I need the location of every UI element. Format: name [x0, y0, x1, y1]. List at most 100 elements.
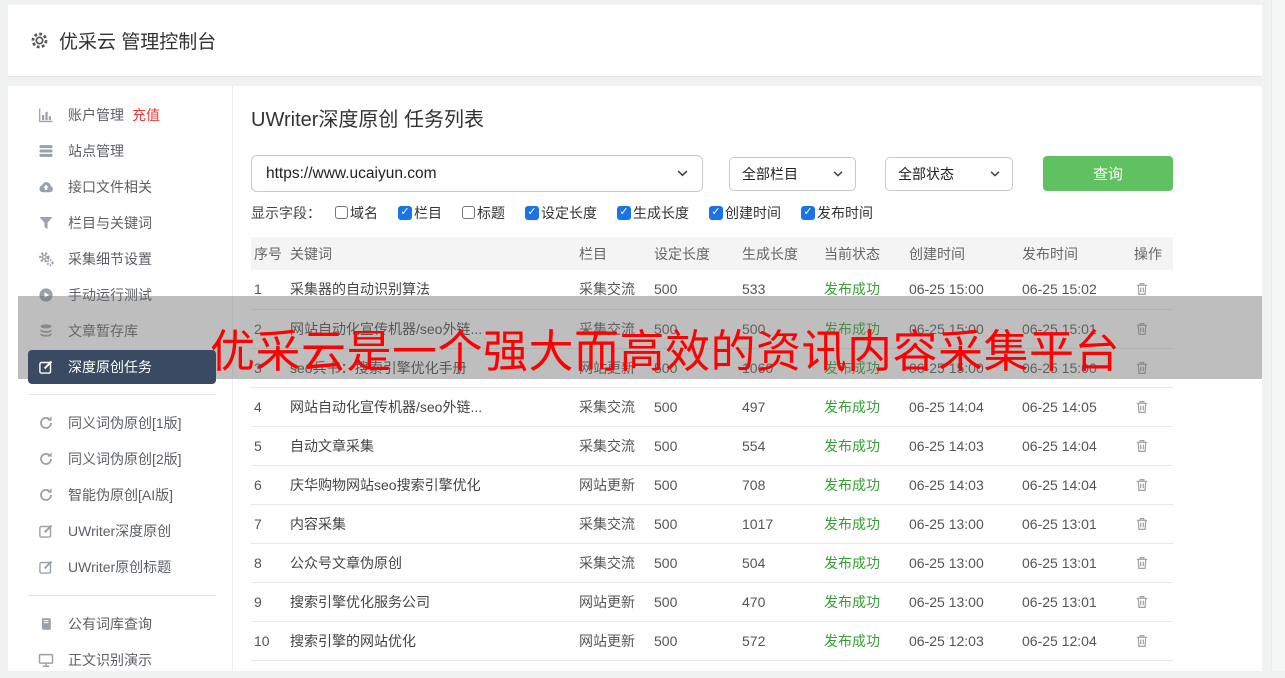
checkbox-checked-icon[interactable]: ✓	[398, 205, 412, 220]
cell-set_len: 500	[651, 309, 739, 349]
cell-keyword: 网站自动化宣传机器/seo外链...	[287, 309, 576, 349]
sidebar-item-UWriter深度原创[interactable]: UWriter深度原创	[8, 513, 232, 549]
sidebar-item-文章暂存库[interactable]: 文章暂存库	[8, 313, 232, 349]
cell-keyword: seo兵书：搜索引擎优化手册	[287, 348, 576, 388]
field-checkbox-标题[interactable]: 标题	[462, 203, 505, 223]
edit-icon	[38, 523, 55, 539]
database-icon	[38, 323, 55, 339]
field-checkbox-生成长度[interactable]: ✓ 生成长度	[617, 203, 689, 223]
cell-set_len: 500	[651, 543, 739, 583]
checkbox-unchecked-icon[interactable]	[335, 206, 348, 219]
delete-button[interactable]	[1134, 281, 1150, 297]
delete-button[interactable]	[1134, 594, 1150, 610]
delete-button[interactable]	[1134, 555, 1150, 571]
cell-created: 06-25 13:00	[906, 582, 1019, 622]
checkbox-checked-icon[interactable]: ✓	[617, 205, 631, 220]
gear-icon	[30, 31, 49, 50]
sidebar-item-采集细节设置[interactable]: 采集细节设置	[8, 241, 232, 277]
sidebar-item-同义词伪原创[2版][interactable]: 同义词伪原创[2版]	[8, 441, 232, 477]
table-header-row: 序号 关键词 栏目 设定长度 生成长度 当前状态 创建时间 发布时间 操作	[251, 237, 1173, 270]
table-row: 6 庆华购物网站seo搜索引擎优化 网站更新 500 708 发布成功 06-25 14:0…	[251, 465, 1173, 505]
column-select[interactable]: 全部栏目	[729, 156, 856, 191]
display-fields-row: 显示字段： 域名 ✓ 栏目 标题 ✓ 设定长度 ✓ 生成长度 ✓ 创建时间 ✓ 发布时间	[251, 203, 1262, 222]
field-checkbox-label: 生成长度	[633, 204, 689, 221]
cell-status: 发布成功	[821, 504, 906, 544]
column-header: 操作	[1131, 237, 1173, 270]
checkbox-checked-icon[interactable]: ✓	[525, 205, 539, 220]
sidebar-item-智能伪原创[AI版][interactable]: 智能伪原创[AI版]	[8, 477, 232, 513]
scrollbar-gutter[interactable]	[1271, 0, 1285, 671]
recharge-badge[interactable]: 充值	[132, 105, 160, 125]
table-row: 2 网站自动化宣传机器/seo外链... 采集交流 500 500 发布成功 06-25 1…	[251, 309, 1173, 349]
cell-created: 06-25 14:04	[906, 387, 1019, 427]
cell-gen_len: 1017	[739, 504, 821, 544]
search-button[interactable]: 查询	[1043, 156, 1173, 191]
sidebar-item-UWriter原创标题[interactable]: UWriter原创标题	[8, 549, 232, 585]
cell-published: 06-25 15:01	[1019, 309, 1131, 349]
cell-no: 5	[251, 426, 287, 466]
cell-published: 06-25 14:05	[1019, 387, 1131, 427]
checkbox-checked-icon[interactable]: ✓	[709, 205, 723, 220]
cell-gen_len: 497	[739, 387, 821, 427]
cell-keyword: 采集器的自动识别算法	[287, 270, 576, 310]
table-row: 1 采集器的自动识别算法 采集交流 500 533 发布成功 06-25 15:00 06-2…	[251, 270, 1173, 310]
field-checkbox-创建时间[interactable]: ✓ 创建时间	[709, 203, 781, 223]
sidebar-item-label: UWriter原创标题	[68, 559, 172, 575]
column-header: 当前状态	[821, 237, 906, 270]
cell-created: 06-25 12:03	[906, 621, 1019, 661]
cell-published: 06-25 13:01	[1019, 504, 1131, 544]
sidebar-item-栏目与关键词[interactable]: 栏目与关键词	[8, 205, 232, 241]
sidebar-item-站点管理[interactable]: 站点管理	[8, 133, 232, 169]
book-icon	[38, 616, 55, 632]
cell-published: 06-25 14:04	[1019, 426, 1131, 466]
cell-published: 06-25 13:01	[1019, 582, 1131, 622]
field-checkbox-label: 域名	[350, 204, 378, 221]
sidebar-item-label: 文章暂存库	[68, 323, 138, 339]
sidebar-item-深度原创任务[interactable]: 深度原创任务	[28, 350, 216, 384]
delete-button[interactable]	[1134, 399, 1150, 415]
table-row: 10 搜索引擎的网站优化 网站更新 500 572 发布成功 06-25 12:03 06-2…	[251, 621, 1173, 661]
delete-button[interactable]	[1134, 360, 1150, 376]
field-checkbox-设定长度[interactable]: ✓ 设定长度	[525, 203, 597, 223]
cell-gen_len: 500	[739, 309, 821, 349]
cell-gen_len: 533	[739, 270, 821, 310]
delete-button[interactable]	[1134, 477, 1150, 493]
sidebar-item-账户管理[interactable]: 账户管理 充值	[8, 97, 232, 133]
cell-actions	[1131, 465, 1173, 505]
cell-category: 采集交流	[576, 387, 651, 427]
sidebar-item-label: 公有词库查询	[68, 616, 152, 632]
cell-category: 采集交流	[576, 426, 651, 466]
field-checkbox-域名[interactable]: 域名	[335, 203, 378, 223]
delete-button[interactable]	[1134, 516, 1150, 532]
sidebar-item-公有词库查询[interactable]: 公有词库查询	[8, 606, 232, 642]
cell-actions	[1131, 309, 1173, 349]
sidebar-item-label: 站点管理	[68, 143, 124, 159]
cell-published: 06-25 15:00	[1019, 348, 1131, 388]
display-fields-label: 显示字段：	[251, 204, 321, 221]
site-select[interactable]: https://www.ucaiyun.com	[251, 155, 703, 192]
column-header: 栏目	[576, 237, 651, 270]
delete-button[interactable]	[1134, 438, 1150, 454]
sidebar-item-手动运行测试[interactable]: 手动运行测试	[8, 277, 232, 313]
field-checkbox-发布时间[interactable]: ✓ 发布时间	[801, 203, 873, 223]
column-header: 生成长度	[739, 237, 821, 270]
sidebar-item-接口文件相关[interactable]: 接口文件相关	[8, 169, 232, 205]
refresh-icon	[38, 451, 55, 467]
sidebar-item-label: 深度原创任务	[68, 359, 152, 375]
sidebar-item-同义词伪原创[1版][interactable]: 同义词伪原创[1版]	[8, 405, 232, 441]
cell-category: 网站更新	[576, 465, 651, 505]
cell-category: 采集交流	[576, 309, 651, 349]
field-checkbox-栏目[interactable]: ✓ 栏目	[398, 203, 442, 223]
sidebar-item-正文识别演示[interactable]: 正文识别演示	[8, 642, 232, 678]
cell-actions	[1131, 582, 1173, 622]
delete-button[interactable]	[1134, 633, 1150, 649]
status-select[interactable]: 全部状态	[885, 156, 1013, 191]
task-table: 序号 关键词 栏目 设定长度 生成长度 当前状态 创建时间 发布时间 操作 1 采集器的自动识别算…	[251, 237, 1173, 661]
cell-actions	[1131, 387, 1173, 427]
checkbox-checked-icon[interactable]: ✓	[801, 205, 815, 220]
column-header: 设定长度	[651, 237, 739, 270]
delete-button[interactable]	[1134, 321, 1150, 337]
checkbox-unchecked-icon[interactable]	[462, 206, 475, 219]
cell-actions	[1131, 348, 1173, 388]
gears-icon	[38, 251, 55, 267]
